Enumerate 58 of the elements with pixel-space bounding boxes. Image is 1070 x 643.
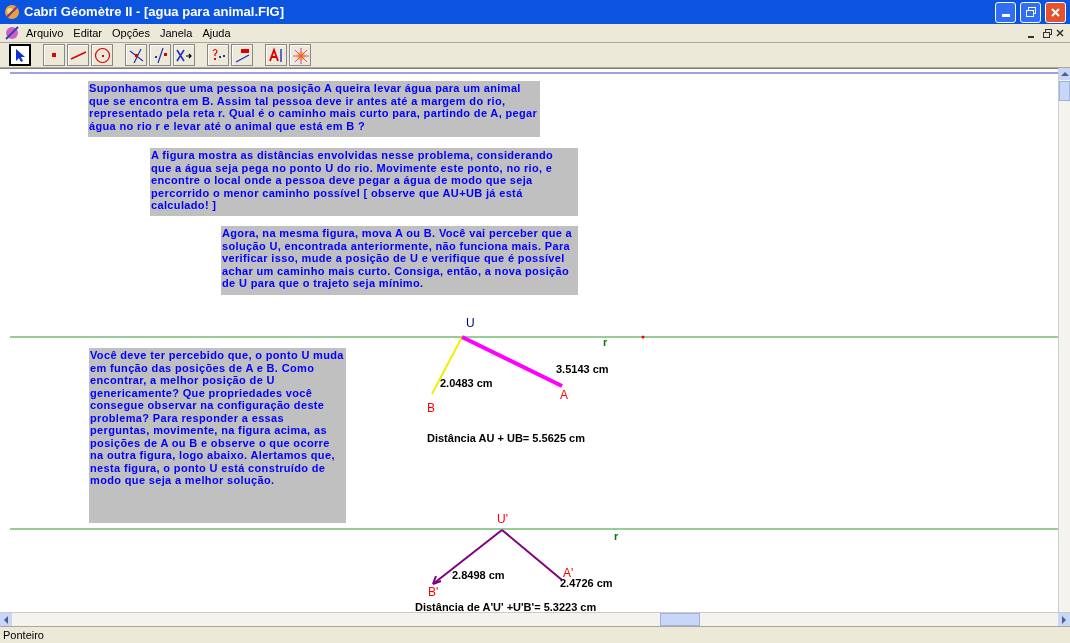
drawing-canvas[interactable] xyxy=(0,68,1058,612)
scroll-right-icon xyxy=(1061,615,1067,624)
menu-item[interactable]: Editar xyxy=(69,24,107,42)
menu-item[interactable]: Opções xyxy=(108,24,154,42)
tool-button[interactable] xyxy=(149,44,171,66)
text-tool-icon xyxy=(267,46,285,64)
line-label: r xyxy=(614,530,619,543)
tool-button[interactable] xyxy=(231,44,253,66)
scroll-left-icon xyxy=(3,615,9,624)
scroll-up-icon xyxy=(1060,71,1069,77)
measurement-label: 3.5143 cm xyxy=(556,363,609,376)
measurement-label: Distância AU + UB= 5.5625 cm xyxy=(427,432,585,445)
restore-icon xyxy=(1042,28,1052,38)
close-icon xyxy=(1050,6,1061,18)
scroll-thumb[interactable] xyxy=(1059,81,1070,101)
circle-icon xyxy=(93,46,111,64)
point-label: U' xyxy=(497,513,508,526)
horizontal-scrollbar[interactable] xyxy=(0,612,1070,626)
measurement-label: 2.4726 cm xyxy=(560,577,613,590)
close-icon xyxy=(1056,29,1064,37)
app-icon xyxy=(4,4,20,20)
measurement-label: 2.0483 cm xyxy=(440,377,493,390)
menu-item[interactable]: Ajuda xyxy=(198,24,235,42)
menu-item[interactable]: Janela xyxy=(155,24,197,42)
minimize-icon xyxy=(1001,13,1010,17)
tool-button[interactable] xyxy=(173,44,195,66)
restore-button[interactable] xyxy=(1040,26,1054,40)
document-icon xyxy=(4,25,20,41)
measurement-label: 2.8498 cm xyxy=(452,569,505,582)
vertical-scrollbar[interactable] xyxy=(1058,68,1070,612)
ruler-segment-icon xyxy=(233,46,251,64)
menu-item[interactable]: Arquivo xyxy=(22,24,68,42)
close-button[interactable] xyxy=(1045,1,1066,23)
minimize-icon xyxy=(1028,36,1034,38)
text-note: Agora, na mesma figura, mova A ou B. Você vai perceber que a solução U, encontrada anteriormente, não funciona mais. Para verificar isso, mude a posição de U e verifique que é possível achar um caminho mais curto. Consiga, então, a nova posição de U para que o trajeto seja mínimo. xyxy=(221,226,578,295)
point-icon xyxy=(52,53,56,57)
point-label: U xyxy=(466,317,475,330)
text-note: A figura mostra as distâncias envolvidas nesse problema, considerando que a água seja pega no ponto U do rio. Movimente este ponto, no rio, e encontre o local onde a pessoa deve pegar a água de modo que seja percorrido o menor caminho possível [ observe que AU+UB já está calculado! ] xyxy=(150,148,578,216)
point-label: A xyxy=(560,389,568,402)
perpendicular-lines-icon xyxy=(127,46,145,64)
tool-button[interactable] xyxy=(9,44,31,66)
window-title: Cabri Géomètre II - [agua para animal.FIG] xyxy=(24,3,285,22)
point-label: A' xyxy=(563,567,574,580)
point-label: B' xyxy=(428,586,439,599)
scroll-thumb[interactable] xyxy=(660,613,700,626)
minimize-button[interactable] xyxy=(995,1,1016,23)
restore-icon xyxy=(1024,6,1037,18)
point-label: B xyxy=(427,402,435,415)
measurement-label: Distância de A'U' +U'B'= 5.3223 cm xyxy=(415,601,597,612)
tool-button[interactable] xyxy=(125,44,147,66)
point xyxy=(641,335,645,339)
text-note: Suponhamos que uma pessoa na posição A queira levar água para um animal que se encontra em B. Assim tal pessoa deve ir antes até a margem do rio, representado pela reta r. Qual é o caminho mais curto para, partindo de A, pegar água no rio r e levar até o animal que está em B ? xyxy=(88,81,540,137)
restore-button[interactable] xyxy=(1020,1,1041,23)
text-note: Você deve ter percebido que, o ponto U muda em função das posições de A e B. Como encontrar, a melhor posição de U genericamente? Que propriedades você consegue observar na configuração deste problema? Para responder a essas perguntas, movimente, na figura acima, as posições de A ou B e observe o que ocorre na outra figura, logo abaixo. Alertamos que, nesta figura, o ponto U está construído de modo que seja a melhor solução. xyxy=(89,348,346,523)
status-text: Ponteiro xyxy=(3,627,44,643)
sun-icon xyxy=(291,46,309,64)
arrow-segment xyxy=(432,529,503,585)
line-label: r xyxy=(603,336,608,349)
